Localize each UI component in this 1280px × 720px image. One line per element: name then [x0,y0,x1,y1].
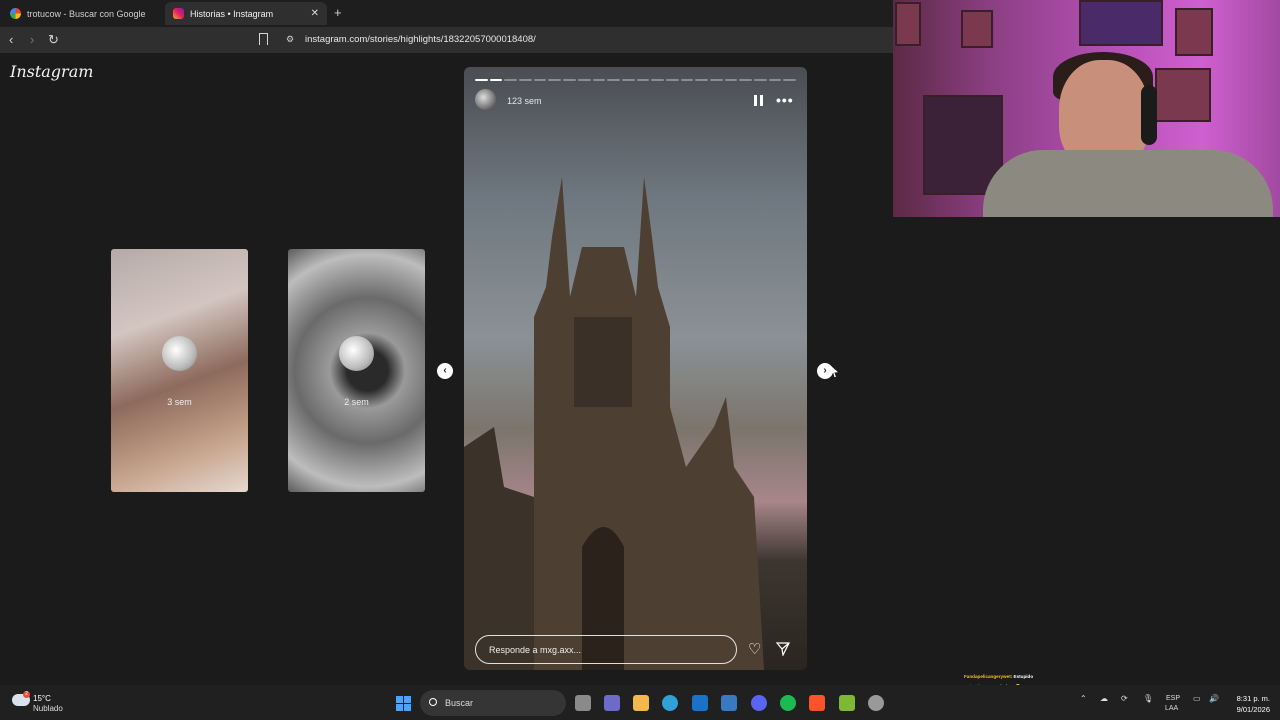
wall-frame [1175,8,1213,56]
search-icon [429,698,437,706]
tray-sync-icon[interactable]: ⟳ [1121,694,1128,703]
clock-time[interactable]: 8:31 p. m. [1234,694,1270,703]
brave-icon[interactable] [809,695,825,711]
wall-frame [1155,68,1211,122]
webcam-overlay [893,0,1280,217]
browser-tab-bar: trotucow - Buscar con Google Historias •… [0,0,893,27]
language-indicator[interactable]: ESP [1166,695,1180,702]
wall-frame [895,2,921,46]
file-explorer-icon[interactable] [633,695,649,711]
pause-icon[interactable] [754,95,763,106]
tray-cloud-icon[interactable]: ☁ [1100,694,1108,703]
story-progress-segment [710,79,723,81]
headset [1141,85,1157,145]
tab-label: trotucow - Buscar con Google [27,8,146,19]
new-tab-button[interactable]: + [334,5,342,20]
volume-icon[interactable]: 🔊 [1209,694,1219,703]
taskbar: 2 15°C Nublado Buscar ⌃ ☁ ⟳ 🎙 ESP LAA ▭ … [0,685,1280,720]
task-view-icon[interactable] [575,695,591,711]
address-bar: ‹ › ↻ ⚙ instagram.com/stories/highlights… [0,27,893,53]
story-time-label: 3 sem [167,397,192,407]
forward-icon[interactable]: › [30,32,34,47]
side-story-preview[interactable]: 2 sem [288,249,425,492]
story-progress-segment [519,79,532,81]
story-progress-segment [768,79,782,81]
story-progress-segment [651,79,664,81]
instagram-stories-page: Instagram 3 sem 2 sem ‹ 123 sem ••• ♡ [0,53,893,685]
story-progress-bars [475,79,797,81]
story-progress-segment [739,79,753,81]
keyboard-layout-indicator[interactable]: LAA [1165,705,1178,712]
search-label: Buscar [445,698,474,708]
story-progress-segment [680,79,694,81]
story-progress-segment [665,79,679,81]
story-progress-segment [695,79,708,81]
google-icon [10,8,21,19]
story-progress-segment [504,79,518,81]
tray-chevron-icon[interactable]: ⌃ [1080,694,1087,703]
heart-icon[interactable]: ♡ [748,642,761,657]
previous-story-button[interactable]: ‹ [437,363,453,379]
story-progress-segment [592,79,606,81]
chat-user: Fandapelicangerywet [964,674,1011,679]
story-time-label: 123 sem [507,96,542,106]
story-progress-segment [724,79,738,81]
weather-temperature[interactable]: 15°C [33,694,51,703]
discord-icon[interactable] [751,695,767,711]
story-progress-segment [621,79,635,81]
story-progress-segment [636,79,650,81]
app-icon[interactable] [839,695,855,711]
instagram-logo[interactable]: Instagram [10,62,93,81]
story-progress-segment [754,79,767,81]
widget-app-icon[interactable] [604,695,620,711]
avatar [162,336,197,371]
back-icon[interactable]: ‹ [9,32,13,47]
outlook-icon[interactable] [692,695,708,711]
chat-text: : Estupido [1010,674,1034,679]
avatar [339,336,374,371]
instagram-icon [173,8,184,19]
bookmark-icon[interactable] [259,33,268,45]
story-progress-segment [563,79,576,81]
story-progress-segment [607,79,620,81]
story-progress-segment [475,79,488,81]
windows-start-icon[interactable] [396,696,411,711]
chat-message: Fandapelicangerywet: Estupido [964,672,1100,682]
microphone-icon[interactable]: 🎙 [1143,694,1153,703]
obs-icon[interactable] [868,695,884,711]
wall-frame [961,10,993,48]
microsoft-store-icon[interactable] [721,695,737,711]
story-progress-segment [489,79,503,81]
weather-condition[interactable]: Nublado [33,704,63,713]
screen: trotucow - Buscar con Google Historias •… [0,0,1280,720]
tab-label: Historias • Instagram [190,8,274,19]
avatar[interactable] [475,89,496,110]
tab-google-search[interactable]: trotucow - Buscar con Google [2,2,165,25]
story-photo-church [464,177,764,670]
site-info-icon[interactable]: ⚙ [286,34,294,45]
close-tab-icon[interactable]: ✕ [311,8,319,19]
send-icon[interactable] [776,642,790,656]
story-progress-segment [783,79,797,81]
more-options-icon[interactable]: ••• [776,92,794,108]
reload-icon[interactable]: ↻ [48,32,59,48]
wall-frame [1079,0,1163,46]
person-shirt [983,150,1273,217]
notification-badge: 2 [23,691,30,698]
story-progress-segment [577,79,591,81]
story-progress-segment [533,79,547,81]
url-field[interactable]: instagram.com/stories/highlights/1832205… [305,34,536,45]
story-time-label: 2 sem [344,397,369,407]
side-story-preview[interactable]: 3 sem [111,249,248,492]
clock-date[interactable]: 9/01/2026 [1228,705,1270,714]
story-viewer[interactable]: 123 sem ••• ♡ [464,67,807,670]
story-progress-segment [548,79,562,81]
network-icon[interactable]: ▭ [1193,694,1201,703]
tab-instagram-stories[interactable]: Historias • Instagram ✕ [165,2,327,25]
edge-icon[interactable] [662,695,678,711]
taskbar-search[interactable]: Buscar [420,690,566,716]
spotify-icon[interactable] [780,695,796,711]
reply-input[interactable] [475,635,737,664]
stream-background [893,217,1280,685]
